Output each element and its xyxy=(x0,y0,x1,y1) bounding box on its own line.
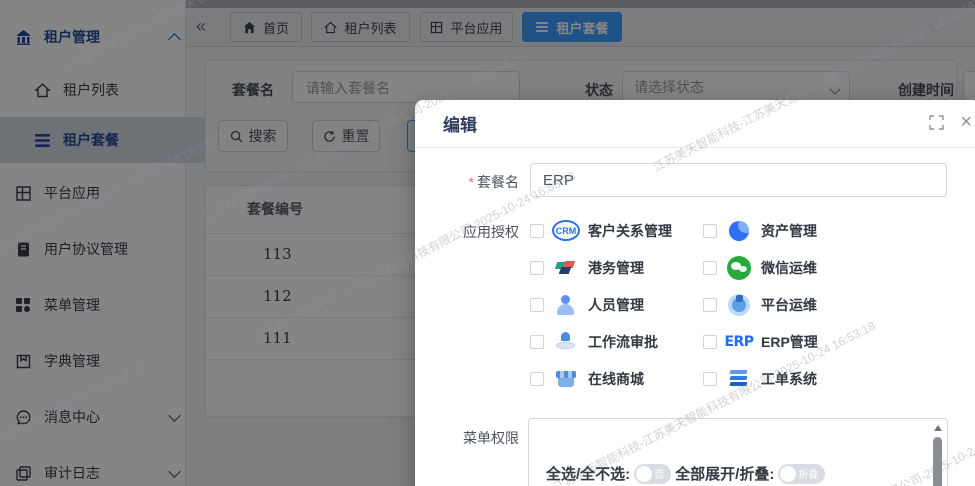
app-option-workflow[interactable]: 工作流审批 xyxy=(530,329,703,355)
app-checkbox[interactable] xyxy=(530,372,544,386)
app-option-personnel[interactable]: 人员管理 xyxy=(530,292,703,318)
app-option-asset[interactable]: 资产管理 xyxy=(703,218,933,244)
app-checkbox[interactable] xyxy=(530,298,544,312)
app-checkbox[interactable] xyxy=(703,224,717,238)
toggle-label: 折叠 xyxy=(798,466,818,481)
toggle-label: 否 xyxy=(654,466,664,481)
erp-icon: ERP xyxy=(725,329,753,355)
expand-collapse-toggle[interactable]: 折叠 xyxy=(778,464,825,484)
person-icon xyxy=(552,292,580,318)
scroll-up-icon xyxy=(934,425,942,431)
select-all-label: 全选/全不选: xyxy=(546,463,630,484)
app-checkbox[interactable] xyxy=(530,335,544,349)
fullscreen-icon[interactable] xyxy=(929,115,944,130)
package-name-field-label: *套餐名 xyxy=(443,172,519,192)
app-auth-grid: CRM 客户关系管理 资产管理 港务管理 微信运维 人员管理 xyxy=(530,212,960,397)
app-checkbox[interactable] xyxy=(703,372,717,386)
app-checkbox[interactable] xyxy=(530,261,544,275)
workflow-stamp-icon xyxy=(552,329,580,355)
menu-permission-controls: 全选/全不选: 否 全部展开/折叠: 折叠 xyxy=(546,463,825,484)
app-option-crm[interactable]: CRM 客户关系管理 xyxy=(530,218,703,244)
app-option-ticket-system[interactable]: 工单系统 xyxy=(703,366,933,392)
app-checkbox[interactable] xyxy=(530,224,544,238)
expand-collapse-label: 全部展开/折叠: xyxy=(675,463,774,484)
port-icon xyxy=(552,255,580,281)
app-window: 租户管理 租户列表 租户套餐 平台应用 用户协议管理 xyxy=(0,0,975,486)
menu-permission-box: 全选/全不选: 否 全部展开/折叠: 折叠 xyxy=(528,418,948,486)
shop-icon xyxy=(552,366,580,392)
app-checkbox[interactable] xyxy=(703,261,717,275)
select-all-toggle[interactable]: 否 xyxy=(634,464,671,484)
app-option-platform-ops[interactable]: 平台运维 xyxy=(703,292,933,318)
required-asterisk: * xyxy=(469,174,474,190)
close-icon[interactable]: × xyxy=(960,109,972,135)
ticket-icon xyxy=(725,366,753,392)
menu-permission-label: 菜单权限 xyxy=(443,428,519,448)
wechat-icon xyxy=(725,255,753,281)
app-option-erp[interactable]: ERP ERP管理 xyxy=(703,329,933,355)
app-checkbox[interactable] xyxy=(703,298,717,312)
app-option-port[interactable]: 港务管理 xyxy=(530,255,703,281)
dialog-title: 编辑 xyxy=(443,111,477,136)
asset-icon xyxy=(725,218,753,244)
platform-icon xyxy=(725,292,753,318)
app-auth-label: 应用授权 xyxy=(443,222,519,242)
scrollbar[interactable] xyxy=(933,423,943,486)
app-option-wechat[interactable]: 微信运维 xyxy=(703,255,933,281)
dialog-header: 编辑 × xyxy=(415,100,975,148)
crm-icon: CRM xyxy=(552,218,580,244)
package-name-input[interactable] xyxy=(530,163,947,197)
edit-dialog: 编辑 × *套餐名 应用授权 CRM 客户关系管理 资产管理 港务 xyxy=(415,100,975,486)
app-option-online-mall[interactable]: 在线商城 xyxy=(530,366,703,392)
app-checkbox[interactable] xyxy=(703,335,717,349)
scrollbar-thumb[interactable] xyxy=(933,437,942,486)
